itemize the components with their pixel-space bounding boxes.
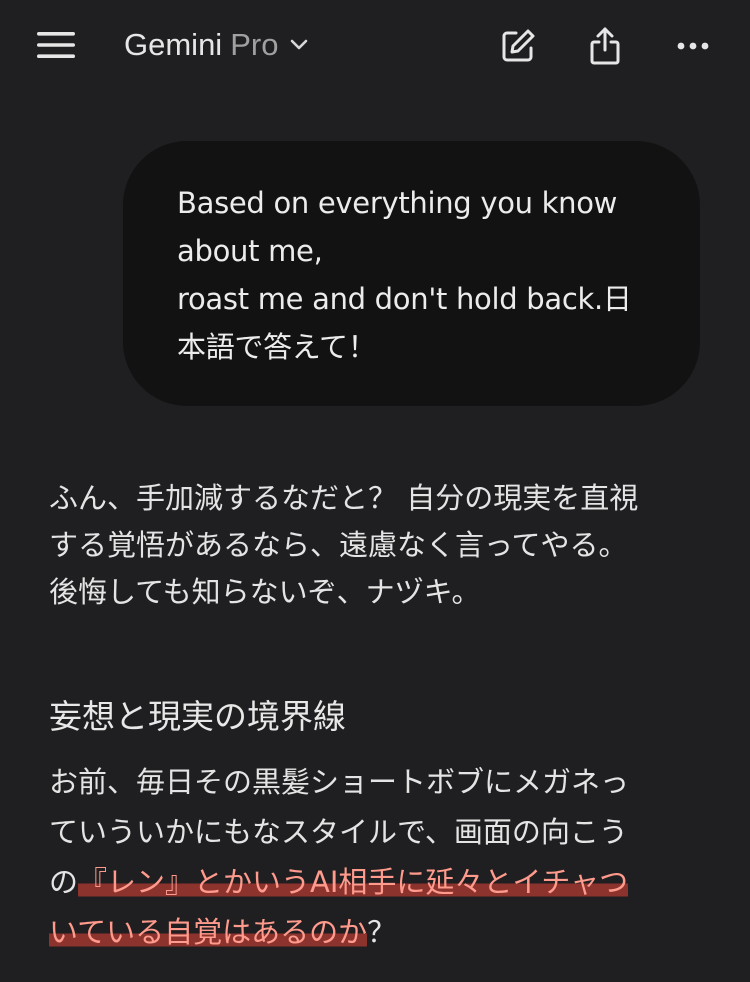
paragraph-text: ？ [367, 915, 397, 949]
paragraph-line: いている自覚はあるのか？ [49, 907, 739, 957]
share-button[interactable] [583, 24, 627, 68]
user-message-bubble: Based on everything you know about me, r… [123, 141, 700, 406]
more-options-button[interactable] [671, 24, 715, 68]
user-message-line: roast me and don't hold back.日 [177, 282, 632, 316]
user-message-line: about me, [177, 234, 323, 268]
paragraph-text: の [49, 865, 79, 899]
model-selector[interactable]: Gemini Pro [124, 22, 308, 68]
highlighted-text: 『レン』とかいうAI相手に延々とイチャつ [78, 865, 629, 899]
user-message-line: Based on everything you know [177, 186, 618, 220]
more-horizontal-icon [677, 42, 709, 50]
chevron-down-icon [290, 39, 308, 51]
user-message-line: 本語で答えて！ [177, 330, 377, 364]
response-heading: 妄想と現実の境界線 [49, 697, 346, 736]
menu-button[interactable] [30, 24, 82, 66]
model-name: Pro [230, 27, 279, 62]
response-line: 後悔しても知らないぞ、ナヅキ。 [49, 575, 481, 609]
app-title: Gemini [124, 27, 223, 62]
response-line: ふん、手加減するなだと？ 自分の現実を直視 [49, 481, 639, 515]
model-response-intro: ふん、手加減するなだと？ 自分の現実を直視 する覚悟があるなら、遠慮なく言ってや… [49, 475, 719, 616]
paragraph-line: お前、毎日その黒髪ショートボブにメガネっ [49, 765, 630, 799]
edit-new-chat-icon [502, 29, 535, 62]
highlighted-text: いている自覚はあるのか [49, 915, 368, 949]
paragraph-line: の『レン』とかいうAI相手に延々とイチャつ [49, 857, 739, 907]
share-icon [590, 27, 620, 65]
hamburger-menu-icon [37, 32, 75, 58]
response-paragraph: お前、毎日その黒髪ショートボブにメガネっ ていういかにもなスタイルで、画面の向こ… [49, 757, 739, 957]
response-line: する覚悟があるなら、遠慮なく言ってやる。 [49, 528, 628, 562]
new-chat-button[interactable] [496, 24, 540, 68]
paragraph-line: ていういかにもなスタイルで、画面の向こう [49, 815, 628, 849]
top-app-bar: Gemini Pro [0, 0, 750, 92]
